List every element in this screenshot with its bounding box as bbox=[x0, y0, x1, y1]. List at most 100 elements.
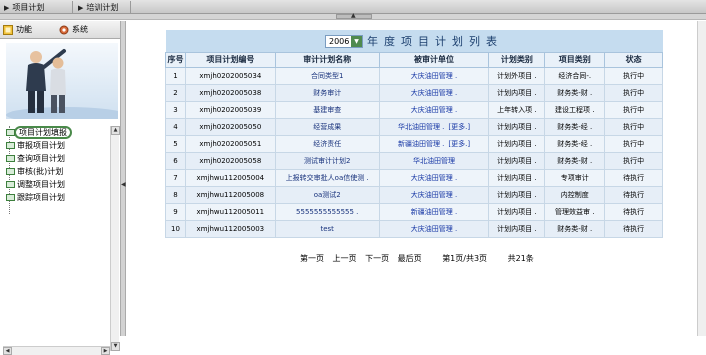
status: 待执行 bbox=[623, 224, 645, 233]
table-row[interactable]: 3 xmjh0202005039 基建审查 大庆油田管理 . 上年转入项 . 建设工程项 … bbox=[165, 100, 663, 119]
row-number-cell: 2 bbox=[165, 83, 186, 102]
scroll-right-icon[interactable]: ▶ bbox=[101, 347, 110, 355]
table-row[interactable]: 4 xmjh0202005050 经营成果 华北油田管理 . [更多.] 计划内项目 . 财… bbox=[165, 117, 663, 136]
table-title-row: 2006 ▼ 年度项目计划列表 bbox=[165, 30, 663, 52]
plan-category-cell: 计划内项目 . bbox=[488, 151, 546, 170]
row-number: 8 bbox=[173, 190, 178, 199]
breadcrumb-training-plan[interactable]: ▶ 培训计划 bbox=[78, 2, 118, 13]
tree-item-plan-track[interactable]: 跟踪项目计划 bbox=[3, 191, 109, 204]
tab-function[interactable]: 功能 bbox=[2, 23, 32, 38]
project-category-cell: 建设工程项 . bbox=[544, 100, 606, 119]
row-number-cell: 8 bbox=[165, 185, 186, 204]
plan-name[interactable]: 测试审计计划2 bbox=[304, 157, 350, 165]
table-row[interactable]: 10 xmjhwu112005003 test 大庆油田管理 . 计划内项目 . 财务类-… bbox=[165, 219, 663, 238]
sidebar-vertical-scrollbar[interactable]: ▲ ▼ bbox=[110, 126, 120, 351]
plan-category: 计划内项目 . bbox=[497, 224, 537, 233]
audited-unit: 大庆油田管理 . bbox=[410, 173, 458, 182]
column-header: 项目计划编号 bbox=[184, 51, 276, 68]
plan-name[interactable]: 上报转交审批人oa信使测 . bbox=[286, 174, 369, 182]
plan-name[interactable]: 经济责任 bbox=[313, 140, 341, 148]
plan-name[interactable]: 5555555555555 . bbox=[296, 208, 358, 216]
project-category: 专项审计 bbox=[560, 173, 589, 182]
plan-code-cell: xmjh0202005058 bbox=[184, 151, 276, 170]
table-row[interactable]: 7 xmjhwu112005004 上报转交审批人oa信使测 . 大庆油田管理 . 计划… bbox=[165, 168, 663, 187]
collapse-toggle[interactable]: ▲ bbox=[336, 12, 372, 19]
tree-item-label: 项目计划填报 bbox=[14, 126, 72, 139]
status: 执行中 bbox=[623, 122, 645, 131]
last-page-link[interactable]: 最后页 bbox=[398, 254, 422, 263]
plan-name-cell: 财务审计 bbox=[274, 83, 380, 102]
status-cell: 执行中 bbox=[604, 83, 663, 102]
pagination: 第一页 上一页 下一页 最后页 第1页/共3页 共21条 bbox=[300, 253, 540, 264]
scroll-left-icon[interactable]: ◀ bbox=[3, 347, 12, 355]
status: 待执行 bbox=[623, 190, 645, 199]
sidebar-horizontal-scrollbar[interactable]: ◀ ▶ bbox=[3, 346, 110, 355]
plan-category-cell: 计划内项目 . bbox=[488, 185, 546, 204]
plan-category: 上年转入项 . bbox=[497, 105, 537, 114]
status: 执行中 bbox=[623, 88, 645, 97]
status: 待执行 bbox=[623, 207, 645, 216]
plan-category-cell: 计划内项目 . bbox=[488, 83, 546, 102]
plan-name[interactable]: test bbox=[320, 225, 333, 233]
prev-page-link[interactable]: 上一页 bbox=[333, 254, 357, 263]
row-number-cell: 4 bbox=[165, 117, 186, 136]
plan-category: 计划内项目 . bbox=[497, 207, 537, 216]
project-category-cell: 财务类-经 . bbox=[544, 134, 606, 153]
table-row[interactable]: 9 xmjhwu112005011 5555555555555 . 新疆油田管理 . 计… bbox=[165, 202, 663, 221]
leaf-icon bbox=[6, 181, 15, 188]
next-page-link[interactable]: 下一页 bbox=[365, 254, 389, 263]
tree-item-plan-report[interactable]: 审报项目计划 bbox=[3, 139, 109, 152]
scroll-up-icon[interactable]: ▲ bbox=[111, 126, 120, 135]
plan-code: xmjh0202005051 bbox=[199, 139, 262, 148]
chevron-down-icon[interactable]: ▼ bbox=[351, 36, 362, 48]
breadcrumb-project-plan[interactable]: ▶ 项目计划 bbox=[4, 2, 44, 13]
row-number-cell: 3 bbox=[165, 100, 186, 119]
project-category-cell: 财务类-财 . bbox=[544, 83, 606, 102]
project-category: 经济合同-. bbox=[558, 71, 592, 80]
main-vertical-scrollbar[interactable] bbox=[697, 21, 706, 336]
divider bbox=[72, 1, 73, 13]
table-title: 年度项目计划列表 bbox=[367, 34, 503, 48]
scroll-down-icon[interactable]: ▼ bbox=[111, 342, 120, 351]
plan-name[interactable]: 基建审查 bbox=[313, 106, 341, 114]
plan-category: 计划内项目 . bbox=[497, 190, 537, 199]
tab-system[interactable]: 系统 bbox=[58, 23, 88, 38]
plan-category: 计划外项目 . bbox=[497, 71, 537, 80]
tree-item-plan-adjust[interactable]: 调整项目计划 bbox=[3, 178, 109, 191]
project-category: 财务类-经 . bbox=[557, 139, 593, 148]
audited-unit-cell: 新疆油田管理 . [更多.] bbox=[378, 134, 490, 153]
tree-item-plan-fill[interactable]: 项目计划填报 bbox=[3, 126, 109, 139]
column-header: 项目类别 bbox=[544, 51, 606, 68]
year-select[interactable]: 2006 ▼ bbox=[325, 35, 363, 49]
row-number: 4 bbox=[173, 122, 178, 131]
triangle-right-icon: ▶ bbox=[4, 4, 10, 12]
tree-item-plan-approve[interactable]: 审核(批)计划 bbox=[3, 165, 109, 178]
table-row[interactable]: 6 xmjh0202005058 测试审计计划2 华北油田管理 计划内项目 . 财务类-财… bbox=[165, 151, 663, 170]
row-number-cell: 5 bbox=[165, 134, 186, 153]
tree-item-plan-query[interactable]: 查询项目计划 bbox=[3, 152, 109, 165]
plan-name[interactable]: 合同类型1 bbox=[311, 72, 343, 80]
plan-code: xmjh0202005058 bbox=[199, 156, 262, 165]
audited-unit: 大庆油田管理 . bbox=[410, 105, 458, 114]
status-cell: 执行中 bbox=[604, 100, 663, 119]
plan-name[interactable]: 经营成果 bbox=[313, 123, 341, 131]
plan-name[interactable]: 财务审计 bbox=[313, 89, 341, 97]
table-row[interactable]: 8 xmjhwu112005008 oa测试2 大庆油田管理 . 计划内项目 . 内控制度… bbox=[165, 185, 663, 204]
project-category-cell: 管理效益审 . bbox=[544, 202, 606, 221]
plan-code: xmjhwu112005008 bbox=[196, 190, 265, 199]
banner-image bbox=[6, 43, 118, 119]
status: 执行中 bbox=[623, 105, 645, 114]
table-row[interactable]: 5 xmjh0202005051 经济责任 新疆油田管理 . [更多.] 计划内项目 . 财… bbox=[165, 134, 663, 153]
plan-category: 计划内项目 . bbox=[497, 122, 537, 131]
status: 待执行 bbox=[623, 173, 645, 182]
table-row[interactable]: 2 xmjh0202005038 财务审计 大庆油田管理 . 计划内项目 . 财务类-财 … bbox=[165, 83, 663, 102]
more-link[interactable]: [更多.] bbox=[448, 123, 470, 131]
plan-name-cell: 测试审计计划2 bbox=[274, 151, 380, 170]
row-number-cell: 7 bbox=[165, 168, 186, 187]
table-row[interactable]: 1 xmjh0202005034 合同类型1 大庆油田管理 . 计划外项目 . 经济合同-… bbox=[165, 66, 663, 85]
audited-unit: 华北油田管理 . bbox=[397, 122, 445, 131]
more-link[interactable]: [更多.] bbox=[448, 140, 470, 148]
plan-name-cell: oa测试2 bbox=[274, 185, 380, 204]
plan-name[interactable]: oa测试2 bbox=[314, 191, 341, 199]
first-page-link[interactable]: 第一页 bbox=[300, 254, 324, 263]
